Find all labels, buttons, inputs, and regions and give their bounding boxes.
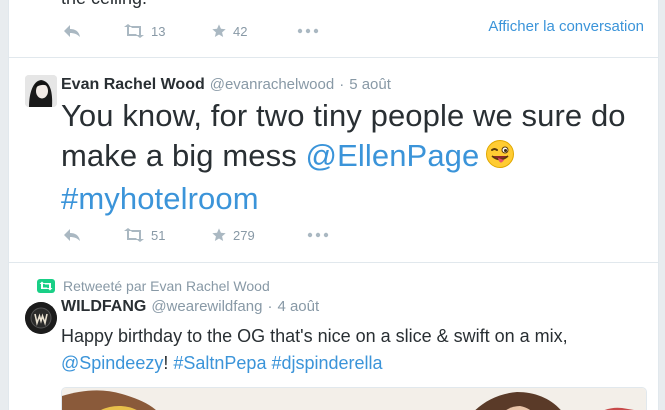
retweet-count: 51 — [151, 227, 166, 243]
tweet-text: Happy birthday to the OG that's nice on … — [61, 323, 651, 377]
retweet-icon — [124, 24, 144, 38]
avatar[interactable] — [25, 75, 57, 107]
show-conversation-link[interactable]: Afficher la conversation — [488, 18, 644, 35]
retweet-context-text[interactable]: Retweeté par Evan Rachel Wood — [63, 278, 270, 294]
tweet-actions: 51 279 — [63, 224, 329, 246]
avatar[interactable] — [25, 302, 57, 334]
retweet-button[interactable]: 13 — [123, 24, 211, 39]
media-preview[interactable] — [61, 387, 647, 410]
favorite-count: 279 — [233, 227, 255, 243]
favorite-button[interactable]: 279 — [211, 227, 307, 243]
tweet-timestamp[interactable]: 4 août — [277, 298, 319, 315]
previous-tweet-text: the ceiling. — [61, 0, 147, 9]
author-name[interactable]: Evan Rachel Wood — [61, 76, 205, 94]
previous-tweet-actions: 13 42 — [63, 20, 319, 42]
author-handle[interactable]: @evanrachelwood — [210, 76, 334, 93]
more-dots-icon — [307, 232, 329, 238]
reply-icon — [64, 25, 80, 37]
tweet-header: Evan Rachel Wood @evanrachelwood · 5 aoû… — [61, 76, 391, 94]
favorite-count: 42 — [233, 23, 248, 39]
favorite-star-icon — [212, 24, 226, 37]
tweet-header: WILDFANG @wearewildfang · 4 août — [61, 298, 319, 316]
separator-dot: · — [267, 298, 273, 315]
more-button[interactable] — [297, 28, 319, 34]
reply-button[interactable] — [63, 228, 123, 242]
hashtag-link[interactable]: #myhotelroom — [61, 181, 259, 216]
tweet-punctuation: ! — [163, 353, 169, 373]
photo-thumbnail — [62, 388, 646, 410]
favorite-star-icon — [212, 228, 226, 241]
mention-link[interactable]: @Spindeezy — [61, 353, 163, 373]
hashtag-link[interactable]: #SaltnPepa — [173, 353, 266, 373]
avatar-image — [25, 302, 57, 334]
separator-dot: · — [339, 76, 345, 93]
tweet-text-body: Happy birthday to the OG that's nice on … — [61, 326, 568, 346]
retweet-context: Retweeté par Evan Rachel Wood — [37, 278, 270, 294]
favorite-button[interactable]: 42 — [211, 23, 297, 39]
more-dots-icon — [297, 28, 319, 34]
mention-link[interactable]: @EllenPage — [306, 138, 480, 173]
author-handle[interactable]: @wearewildfang — [151, 298, 262, 315]
author-name[interactable]: WILDFANG — [61, 298, 146, 316]
retweet-icon — [124, 228, 144, 242]
tweet-text: You know, for two tiny people we sure do… — [61, 96, 641, 219]
reply-icon — [64, 229, 80, 241]
timeline: the ceiling. 13 42 Afficher la conversat… — [8, 0, 659, 410]
hashtag-link[interactable]: #djspinderella — [271, 353, 382, 373]
retweet-button[interactable]: 51 — [123, 228, 211, 243]
winking-tongue-emoji — [485, 139, 515, 179]
more-button[interactable] — [307, 232, 329, 238]
reply-button[interactable] — [63, 24, 123, 38]
tweet-divider — [9, 57, 658, 58]
avatar-image — [25, 75, 57, 107]
retweet-context-icon — [37, 279, 55, 293]
tweet-timestamp[interactable]: 5 août — [349, 76, 391, 93]
retweet-count: 13 — [151, 23, 166, 39]
tweet-divider — [9, 262, 658, 263]
